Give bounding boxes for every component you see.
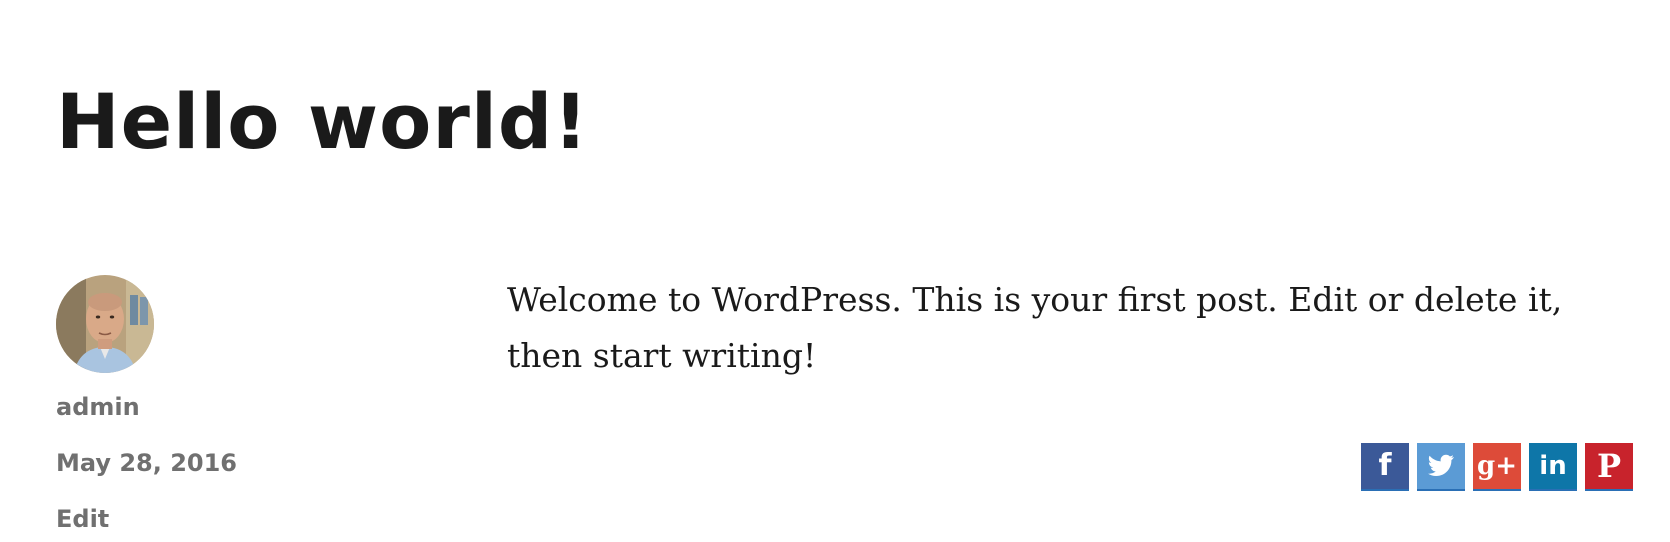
post-content: Welcome to WordPress. This is your first…	[507, 280, 1563, 375]
google-plus-icon: g+	[1477, 451, 1517, 481]
post-meta: admin May 28, 2016 Edit	[56, 275, 356, 531]
linkedin-share-button[interactable]: in	[1529, 443, 1577, 491]
google-plus-share-button[interactable]: g+	[1473, 443, 1521, 491]
twitter-share-button[interactable]	[1417, 443, 1465, 491]
social-share-bar: f g+ in P	[1361, 443, 1633, 491]
facebook-icon: f	[1378, 448, 1392, 483]
linkedin-icon: in	[1539, 451, 1567, 481]
facebook-share-button[interactable]: f	[1361, 443, 1409, 491]
post-page: Hello world! admin May 28, 2016 Edit Wel…	[0, 0, 1670, 542]
author-avatar[interactable]	[56, 275, 154, 373]
pinterest-icon: P	[1596, 447, 1622, 485]
post-date-link[interactable]: May 28, 2016	[56, 451, 237, 475]
pinterest-share-button[interactable]: P	[1585, 443, 1633, 491]
edit-post-link[interactable]: Edit	[56, 507, 109, 531]
post-title: Hello world!	[56, 77, 589, 166]
avatar-photo-icon	[56, 275, 154, 373]
twitter-icon	[1427, 454, 1454, 476]
post-author-link[interactable]: admin	[56, 395, 140, 419]
